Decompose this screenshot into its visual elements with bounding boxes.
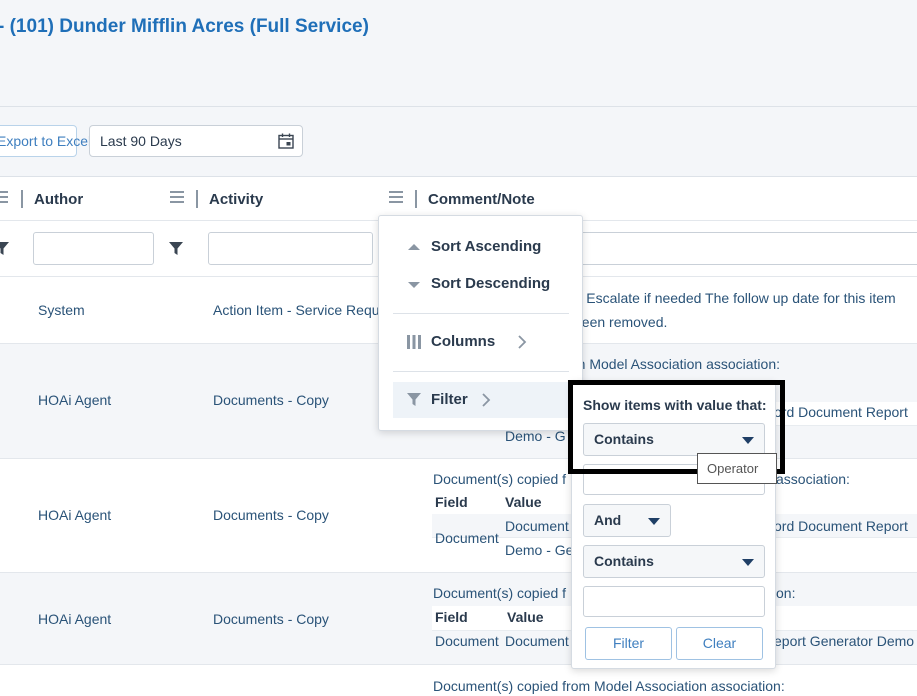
menu-item-label: Sort Descending [431,275,551,292]
column-header-author[interactable]: Author [34,191,83,208]
subtable-field-header: Field [435,609,468,625]
author-cell: HOAi Agent [38,611,112,627]
chevron-right-icon [518,335,527,349]
subtable-field: Document [435,633,499,649]
menu-item-sort-descending[interactable]: Sort Descending [393,266,569,302]
activity-cell: Documents - Copy [213,392,329,408]
author-filter-input[interactable] [33,232,154,265]
subtable-value: ord Document Report [774,404,908,420]
menu-item-columns[interactable]: Columns [393,324,569,360]
export-to-excel-button[interactable]: Export to Excel [0,125,91,157]
author-cell: HOAi Agent [38,392,112,408]
comment-filter-input[interactable] [575,232,917,265]
menu-divider [393,371,569,372]
column-separator[interactable] [21,190,23,208]
activity-column-menu-icon[interactable] [389,191,403,203]
filter-icon [407,393,421,406]
subtable-value-header: Value [505,494,542,510]
column-header-activity[interactable]: Activity [209,191,263,208]
menu-item-filter[interactable]: Filter [393,382,583,418]
column-menu-icon[interactable] [0,191,8,203]
column-menu: Sort Ascending Sort Descending Columns F… [378,215,583,431]
subtable-value-line2: Demo - Ge [505,542,574,558]
operator-select-2[interactable]: Contains [583,545,765,578]
subtable-value: Document [505,633,569,649]
menu-divider [393,313,569,314]
comment-cell: Document(s) copied f [433,471,567,487]
filter-clear-button[interactable]: Clear [676,627,763,660]
caret-down-icon [648,518,660,525]
comment-cell-line2: been removed. [574,314,668,330]
logic-select[interactable]: And [583,504,671,537]
author-cell: HOAi Agent [38,507,112,523]
author-column-menu-icon[interactable] [170,191,184,203]
comment-cell: om Model Association association: [566,356,780,372]
date-range-value: Last 90 Days [100,133,182,149]
menu-item-label: Sort Ascending [431,238,542,255]
menu-item-label: Filter [431,391,468,408]
subtable-value: Document [505,518,569,534]
logic-value: And [594,512,622,528]
menu-item-sort-ascending[interactable]: Sort Ascending [393,229,569,265]
chevron-right-icon [482,393,491,407]
caret-down-icon [742,559,754,566]
subtable-value-tail: eport Generator Demo [774,633,915,649]
comment-cell: Document(s) copied f [433,585,567,601]
comment-cell: Document(s) copied from Model Associatio… [433,678,785,694]
activity-cell: Documents - Copy [213,507,329,523]
toolbar: Export to Excel Last 90 Days [0,107,917,177]
filter-value-input-2[interactable] [583,586,765,617]
subtable-field-header: Field [435,494,468,510]
activity-cell: Documents - Copy [213,611,329,627]
activity-filter-input[interactable] [208,232,373,265]
page-title: - (101) Dunder Mifflin Acres (Full Servi… [0,16,369,37]
operator-tooltip: Operator [697,453,777,484]
column-separator[interactable] [415,190,417,208]
page-header: - (101) Dunder Mifflin Acres (Full Servi… [0,0,917,107]
subtable-value-header: Value [507,609,544,625]
date-range-picker[interactable]: Last 90 Days [89,125,303,157]
operator-value: Contains [594,553,654,569]
columns-icon [407,335,421,349]
calendar-icon[interactable] [278,133,294,149]
subtable-field: Document [435,530,499,546]
author-filter-icon[interactable] [169,242,183,256]
sort-descending-icon [408,282,420,288]
sort-ascending-icon [408,244,420,250]
subtable-value-tail: ord Document Report [774,518,908,534]
filter-apply-button[interactable]: Filter [585,627,672,660]
comment-cell-tail: association: [776,471,850,487]
comment-cell-tail: on: [776,585,796,601]
author-cell: System [38,302,85,318]
comment-cell: o - Escalate if needed The follow up dat… [566,290,896,306]
activity-cell: Action Item - Service Request [213,302,399,318]
menu-item-label: Columns [431,333,496,350]
column-header-comment[interactable]: Comment/Note [428,191,535,208]
table-row[interactable]: HOAi Agent Documents - Copy Document(s) … [0,459,917,573]
table-row[interactable]: HOAi Agent Documents - Copy Document(s) … [0,573,917,665]
column-separator[interactable] [196,190,198,208]
filter-icon[interactable] [0,242,9,256]
table-row[interactable]: Document(s) copied from Model Associatio… [0,665,917,696]
